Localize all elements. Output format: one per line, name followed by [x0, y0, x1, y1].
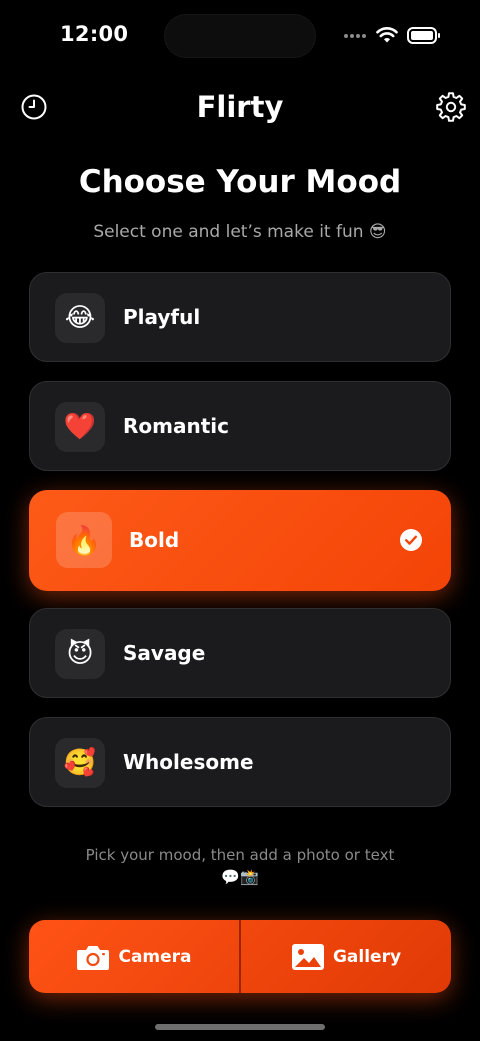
page-heading: Choose Your Mood [78, 164, 402, 200]
cellular-signal-icon [344, 34, 368, 40]
camera-button[interactable]: Camera [29, 920, 239, 993]
battery-icon [407, 27, 440, 44]
hint-line: Pick your mood, then add a photo or text [85, 846, 395, 864]
heart-emoji-icon: ❤️ [55, 402, 105, 452]
gear-icon [436, 92, 466, 122]
mood-label: Wholesome [123, 750, 254, 774]
mood-label: Savage [123, 641, 206, 665]
mood-label: Playful [123, 305, 201, 329]
camera-icon [77, 945, 110, 970]
mood-option-wholesome[interactable]: 🥰 Wholesome [29, 717, 451, 807]
camera-label: Camera [118, 946, 192, 967]
app-title: Flirty [196, 90, 284, 124]
page-subtitle: Select one and let’s make it fun 😎 [93, 222, 387, 242]
playful-emoji-icon: 😂 [55, 293, 105, 343]
gallery-label: Gallery [332, 946, 402, 967]
status-bar: 12:00 [0, 0, 480, 72]
devil-emoji-icon: 😈 [55, 629, 105, 679]
dynamic-island [164, 14, 316, 58]
settings-button[interactable] [434, 90, 468, 124]
gallery-button[interactable]: Gallery [241, 920, 451, 993]
smiling-hearts-emoji-icon: 🥰 [55, 738, 105, 788]
home-indicator [155, 1024, 325, 1030]
status-time: 12:00 [60, 22, 129, 46]
mood-option-savage[interactable]: 😈 Savage [29, 608, 451, 698]
wifi-icon [376, 27, 398, 43]
fire-emoji-icon: 🔥 [56, 512, 112, 568]
mood-option-romantic[interactable]: ❤️ Romantic [29, 381, 451, 471]
mood-label: Bold [129, 528, 180, 552]
top-nav: Flirty [0, 80, 480, 136]
checkmark-circle-icon [400, 529, 422, 551]
gallery-image-icon [291, 943, 324, 970]
hint-text: Pick your mood, then add a photo or text… [60, 844, 420, 888]
mood-option-playful[interactable]: 😂 Playful [29, 272, 451, 362]
action-bar: Camera Gallery [29, 920, 451, 993]
hint-emojis: 💬📸 [221, 868, 259, 886]
mood-option-bold[interactable]: 🔥 Bold [29, 490, 451, 591]
mood-label: Romantic [123, 414, 229, 438]
